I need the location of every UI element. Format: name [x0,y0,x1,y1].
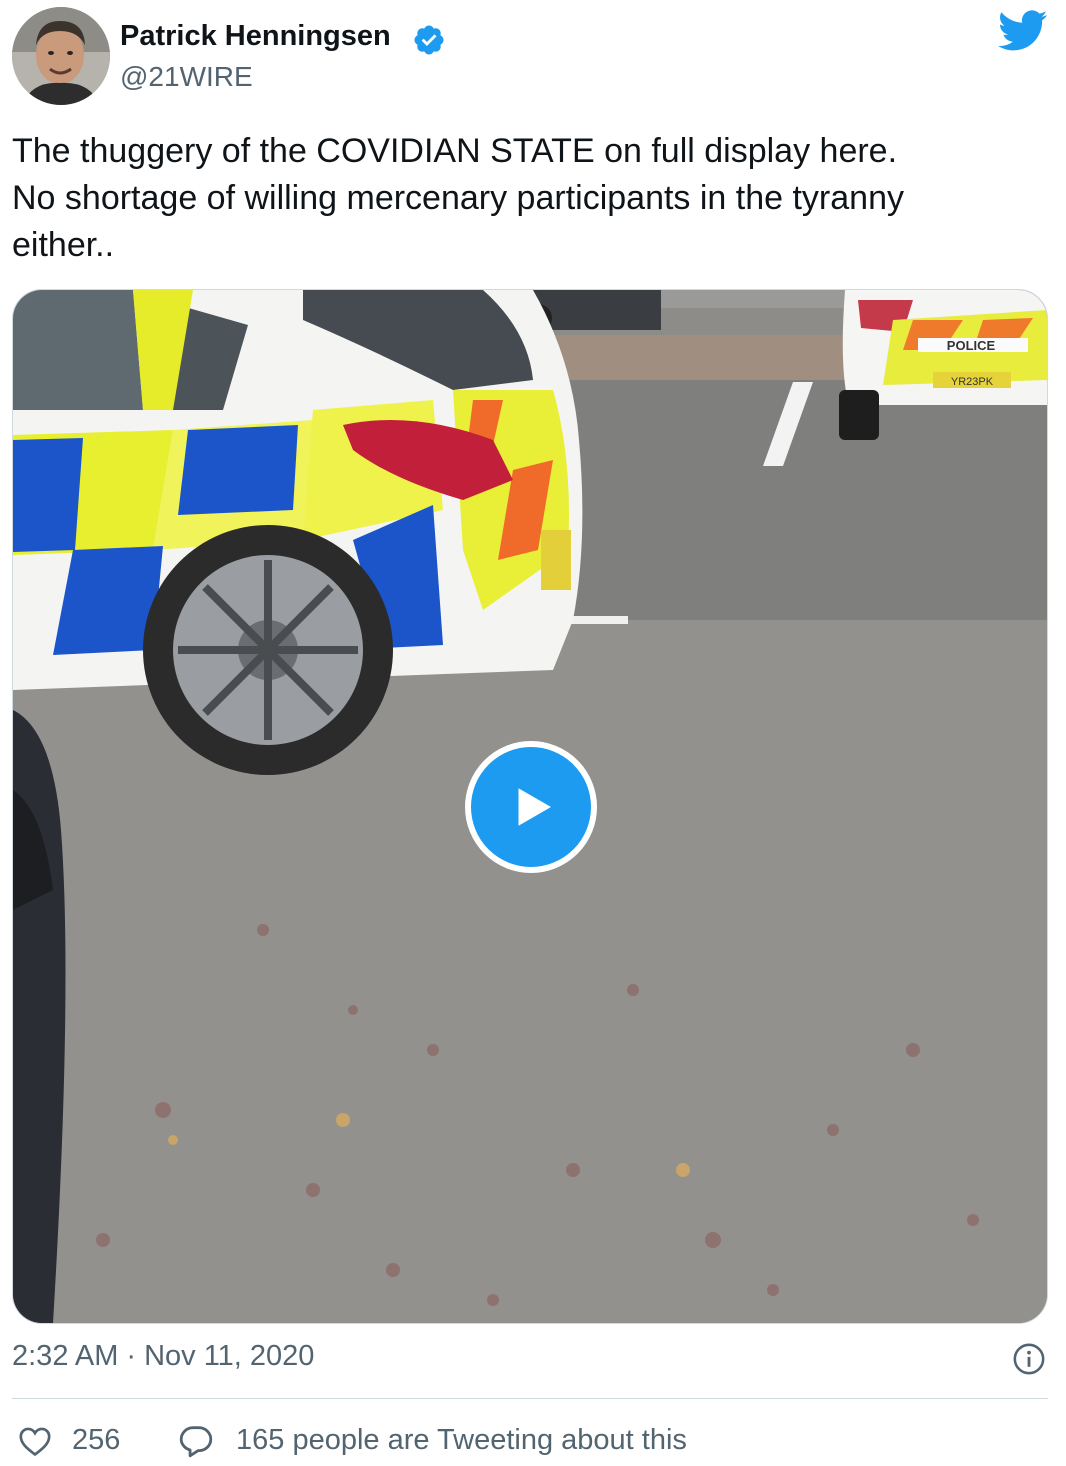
tweet-text-line: either.. [12,226,115,264]
video-player[interactable]: POLICE YR23PK [12,289,1048,1324]
like-count[interactable]: 256 [72,1424,120,1457]
tweet-time: 2:32 AM [12,1340,119,1372]
police-marking: POLICE [947,338,996,353]
timestamp[interactable]: 2:32 AM · Nov 11, 2020 [12,1340,322,1373]
tweet-date: Nov 11, 2020 [144,1340,315,1372]
tweet-text-line: No shortage of willing mercenary partici… [12,179,904,217]
display-name[interactable]: Patrick Henningsen [120,20,391,53]
verified-badge-icon [414,25,444,55]
twitter-bird-icon[interactable] [998,10,1048,52]
tweet-text-line: The thuggery of the COVIDIAN STATE on fu… [12,132,898,170]
play-button[interactable] [465,741,597,873]
divider [12,1398,1048,1399]
timestamp-separator: · [126,1340,137,1372]
heart-icon[interactable] [18,1425,52,1457]
reply-bubble-icon[interactable] [178,1424,214,1458]
plate-text: YR23PK [951,376,994,388]
play-icon [518,788,551,826]
handle[interactable]: @21WIRE [120,61,253,93]
tweet-text: The thuggery of the COVIDIAN STATE on fu… [12,128,1052,269]
info-icon[interactable] [1012,1342,1046,1376]
avatar[interactable] [12,7,110,105]
tweeting-about-link[interactable]: 165 people are Tweeting about this [236,1424,687,1457]
